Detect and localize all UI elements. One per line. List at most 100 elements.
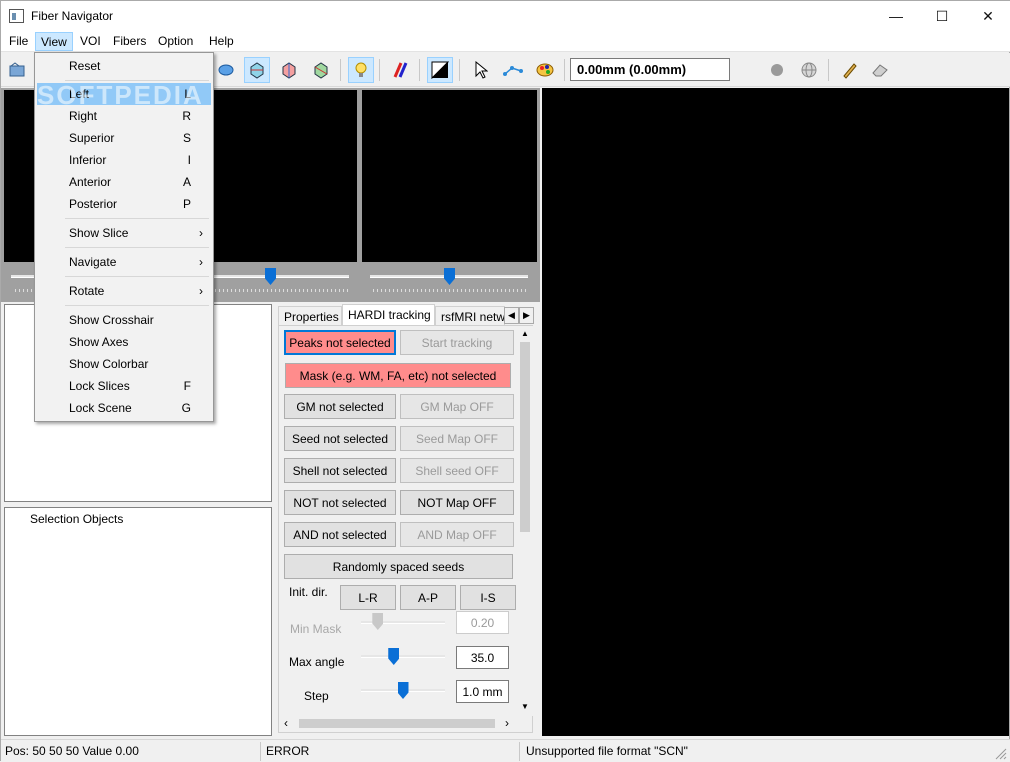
max-angle-value[interactable]: 35.0 [456,646,509,669]
not-button[interactable]: NOT not selected [284,490,396,515]
submenu-arrow-icon: › [199,255,203,269]
color-palette-icon[interactable] [532,57,558,83]
step-label: Step [304,689,329,703]
menu-item-lock-slices[interactable]: Lock Slices F [37,375,211,397]
menu-separator [65,305,209,306]
and-map-button[interactable]: AND Map OFF [400,522,514,547]
menu-separator [65,247,209,248]
tab-hardi-tracking[interactable]: HARDI tracking [342,304,435,327]
menu-separator [65,218,209,219]
globe-icon[interactable] [796,57,822,83]
submenu-arrow-icon: › [199,226,203,240]
fibers-color-icon[interactable] [387,57,413,83]
maximize-button[interactable]: ☐ [919,1,965,31]
sphere-icon[interactable] [213,57,239,83]
menu-item-show-axes[interactable]: Show Axes [37,331,211,353]
toolbar-separator [379,59,380,81]
menu-item-show-colorbar[interactable]: Show Colorbar [37,353,211,375]
tab-panel-vertical-scrollbar[interactable]: ▲ ▼ [517,326,533,716]
step-value[interactable]: 1.0 mm [456,680,509,703]
toolbar-separator [419,59,420,81]
window-title: Fiber Navigator [31,9,114,23]
menu-view[interactable]: View [35,32,73,51]
horizontal-scroll-thumb[interactable] [299,719,495,728]
seed-button[interactable]: Seed not selected [284,426,396,451]
scroll-right-icon[interactable]: › [505,716,509,730]
menu-item-posterior[interactable]: Posterior P [37,193,211,215]
menu-item-show-crosshair[interactable]: Show Crosshair [37,309,211,331]
toolbar-separator [828,59,829,81]
status-position: Pos: 50 50 50 Value 0.00 [5,744,139,758]
open-icon[interactable] [5,57,31,83]
menu-help[interactable]: Help [209,34,234,48]
coordinate-display: 0.00mm (0.00mm) [570,58,730,81]
lightbulb-icon[interactable] [348,57,374,83]
menu-fibers[interactable]: Fibers [113,34,146,48]
shell-button[interactable]: Shell not selected [284,458,396,483]
submenu-arrow-icon: › [199,284,203,298]
coronal-slice-icon[interactable] [276,57,302,83]
vertical-scroll-thumb[interactable] [520,342,530,532]
randomly-spaced-seeds-button[interactable]: Randomly spaced seeds [284,554,513,579]
menu-item-anterior[interactable]: Anterior A [37,171,211,193]
menu-item-reset[interactable]: Reset [37,55,211,77]
spline-icon[interactable] [500,57,526,83]
main-3d-view[interactable] [542,88,1009,736]
and-button[interactable]: AND not selected [284,522,396,547]
gm-map-button[interactable]: GM Map OFF [400,394,514,419]
eraser-icon[interactable] [867,57,893,83]
tab-strip: Properties HARDI tracking rsfMRI netw ◀ … [278,304,536,327]
minimize-button[interactable]: — [873,1,919,31]
record-icon[interactable] [764,57,790,83]
max-angle-track [361,655,445,658]
resize-grip-icon[interactable] [995,748,1007,760]
coronal-view[interactable] [362,90,537,262]
menu-item-rotate[interactable]: Rotate › [37,280,211,302]
contrast-icon[interactable] [427,57,453,83]
menu-option[interactable]: Option [158,34,193,48]
dir-is-button[interactable]: I-S [460,585,516,610]
mask-button[interactable]: Mask (e.g. WM, FA, etc) not selected [285,363,511,388]
sagittal-slice-icon[interactable] [308,57,334,83]
menu-item-navigate[interactable]: Navigate › [37,251,211,273]
seed-map-button[interactable]: Seed Map OFF [400,426,514,451]
min-mask-value[interactable]: 0.20 [456,611,509,634]
start-tracking-button[interactable]: Start tracking [400,330,514,355]
pointer-icon[interactable] [468,57,494,83]
tab-properties[interactable]: Properties [278,306,342,326]
toolbar-separator [340,59,341,81]
axial-slice-icon[interactable] [244,57,270,83]
tab-scroll-left-icon[interactable]: ◀ [504,307,519,324]
toolbar-separator [564,59,565,81]
status-separator [519,742,520,761]
menu-voi[interactable]: VOI [80,34,101,48]
scroll-up-icon[interactable]: ▲ [521,329,529,338]
gm-button[interactable]: GM not selected [284,394,396,419]
tab-panel-horizontal-scrollbar[interactable]: ‹ › [279,715,517,732]
tab-rsfmri-network[interactable]: rsfMRI netw [435,306,505,326]
app-window: Fiber Navigator — ☐ ✕ File View VOI Fibe… [0,0,1010,762]
dir-lr-button[interactable]: L-R [340,585,396,610]
not-map-button[interactable]: NOT Map OFF [400,490,514,515]
scroll-down-icon[interactable]: ▼ [521,702,529,711]
close-button[interactable]: ✕ [965,1,1010,31]
title-bar: Fiber Navigator — ☐ ✕ [1,1,1010,31]
status-message: Unsupported file format "SCN" [526,744,688,758]
menu-item-superior[interactable]: Superior S [37,127,211,149]
status-separator [260,742,261,761]
menu-file[interactable]: File [9,34,28,48]
max-angle-label: Max angle [289,655,345,669]
watermark: SOFTPEDIA [37,80,204,110]
status-bar: Pos: 50 50 50 Value 0.00 ERROR Unsupport… [1,739,1010,762]
menu-item-show-slice[interactable]: Show Slice › [37,222,211,244]
selection-objects-panel[interactable]: Selection Objects [4,507,272,736]
tab-scroll-right-icon[interactable]: ▶ [519,307,534,324]
shell-seed-button[interactable]: Shell seed OFF [400,458,514,483]
menu-item-lock-scene[interactable]: Lock Scene G [37,397,211,419]
peaks-button[interactable]: Peaks not selected [284,330,396,355]
scroll-left-icon[interactable]: ‹ [284,716,288,730]
pencil-icon[interactable] [837,57,863,83]
menu-item-inferior[interactable]: Inferior I [37,149,211,171]
dir-ap-button[interactable]: A-P [400,585,456,610]
status-error: ERROR [266,744,310,758]
